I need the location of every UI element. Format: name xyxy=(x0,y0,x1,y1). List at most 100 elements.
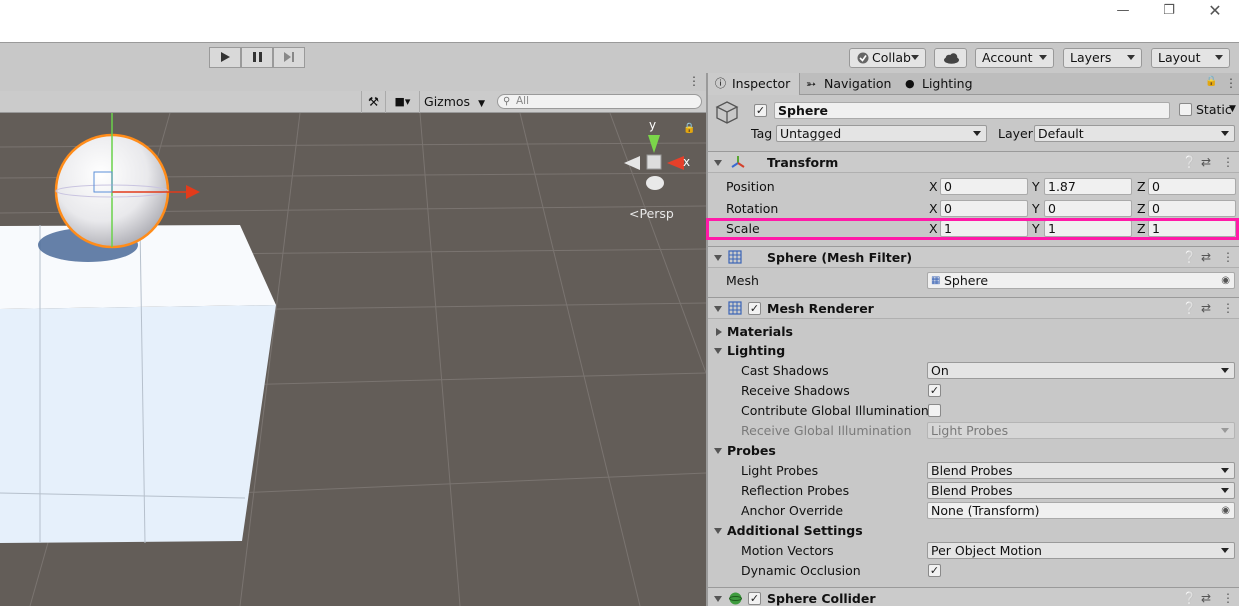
rotation-y-field[interactable]: 0 xyxy=(1044,200,1132,217)
lock-icon[interactable]: 🔒 xyxy=(683,123,695,134)
probes-section[interactable]: Probes xyxy=(727,443,776,459)
mesh-renderer-header[interactable]: ✓ Mesh Renderer ❔ ⇄ ⋮ xyxy=(708,297,1239,319)
fold-arrow-icon[interactable] xyxy=(714,528,722,534)
account-dropdown[interactable]: Account xyxy=(975,48,1054,68)
sphere-collider-enabled-checkbox[interactable]: ✓ xyxy=(748,592,761,605)
collab-button[interactable]: Collab xyxy=(849,48,926,68)
layers-label: Layers xyxy=(1070,50,1112,65)
scale-y-field[interactable]: 1 xyxy=(1044,220,1132,237)
component-menu-icon[interactable]: ⋮ xyxy=(1222,591,1234,605)
sphere-collider-icon xyxy=(729,592,742,605)
tab-lighting[interactable]: ● Lighting xyxy=(898,73,988,95)
persp-text: Persp xyxy=(639,206,674,221)
fold-arrow-icon[interactable] xyxy=(714,448,722,454)
scale-x-field[interactable]: 1 xyxy=(940,220,1028,237)
materials-section[interactable]: Materials xyxy=(727,324,793,340)
persp-label[interactable]: <Persp xyxy=(629,206,674,221)
mesh-filter-header[interactable]: Sphere (Mesh Filter) ❔ ⇄ ⋮ xyxy=(708,246,1239,268)
chevron-down-icon[interactable]: ▼ xyxy=(1229,104,1236,114)
receive-shadows-checkbox[interactable]: ✓ xyxy=(928,384,941,397)
help-icon[interactable]: ❔ xyxy=(1182,591,1197,605)
layout-dropdown[interactable]: Layout xyxy=(1151,48,1230,68)
tools-icon[interactable]: ⚒ xyxy=(361,91,385,113)
scene-menu-icon[interactable]: ⋮ xyxy=(688,74,700,88)
additional-settings-section[interactable]: Additional Settings xyxy=(727,523,863,539)
motion-vectors-value: Per Object Motion xyxy=(931,543,1042,558)
restore-icon[interactable]: ❐ xyxy=(1146,0,1192,24)
tag-dropdown[interactable]: Untagged xyxy=(776,125,987,142)
lock-icon[interactable]: 🔒 xyxy=(1205,76,1217,87)
scale-y-axis: Y xyxy=(1032,221,1040,236)
anchor-override-field[interactable]: None (Transform) ◉ xyxy=(927,502,1235,519)
scale-z-field[interactable]: 1 xyxy=(1148,220,1236,237)
motion-vectors-dropdown[interactable]: Per Object Motion xyxy=(927,542,1235,559)
help-icon[interactable]: ❔ xyxy=(1182,250,1197,264)
help-icon[interactable]: ❔ xyxy=(1182,155,1197,169)
transform-header[interactable]: Transform ❔ ⇄ ⋮ xyxy=(708,151,1239,173)
object-name-field[interactable]: Sphere xyxy=(774,102,1170,119)
fold-arrow-icon xyxy=(714,306,722,312)
rotation-x-field[interactable]: 0 xyxy=(940,200,1028,217)
search-placeholder: All xyxy=(516,95,530,107)
fold-arrow-icon[interactable] xyxy=(716,328,722,336)
mesh-grid-icon xyxy=(728,250,742,264)
axis-y-label: y xyxy=(649,118,657,132)
pause-icon xyxy=(253,52,262,62)
layer-dropdown[interactable]: Default xyxy=(1034,125,1235,142)
preset-icon[interactable]: ⇄ xyxy=(1201,155,1211,169)
tab-navigation[interactable]: ➳ Navigation xyxy=(800,73,900,95)
mesh-renderer-enabled-checkbox[interactable]: ✓ xyxy=(748,302,761,315)
chevron-down-icon xyxy=(1221,368,1229,373)
component-menu-icon[interactable]: ⋮ xyxy=(1222,301,1234,315)
tab-inspector[interactable]: ⓘ Inspector xyxy=(708,73,800,95)
step-button[interactable] xyxy=(273,47,305,68)
mesh-renderer-icon xyxy=(728,301,742,315)
fold-arrow-icon[interactable] xyxy=(714,348,722,354)
chevron-down-icon xyxy=(1215,55,1223,60)
position-x-field[interactable]: 0 xyxy=(940,178,1028,195)
component-menu-icon[interactable]: ⋮ xyxy=(1222,155,1234,169)
mesh-object-field[interactable]: ▦ Sphere ◉ xyxy=(927,272,1235,289)
rotation-z-field[interactable]: 0 xyxy=(1148,200,1236,217)
dynamic-occlusion-checkbox[interactable]: ✓ xyxy=(928,564,941,577)
close-icon[interactable]: ✕ xyxy=(1192,0,1238,24)
position-z-field[interactable]: 0 xyxy=(1148,178,1236,195)
receive-gi-dropdown: Light Probes xyxy=(927,422,1235,439)
inspector-panel: ⓘ Inspector ➳ Navigation ● Lighting 🔒 ⋮ … xyxy=(706,73,1239,606)
static-checkbox[interactable] xyxy=(1179,103,1192,116)
play-button[interactable] xyxy=(209,47,241,68)
light-probes-dropdown[interactable]: Blend Probes xyxy=(927,462,1235,479)
reflection-probes-dropdown[interactable]: Blend Probes xyxy=(927,482,1235,499)
layers-dropdown[interactable]: Layers xyxy=(1063,48,1142,68)
position-y-axis: Y xyxy=(1032,179,1040,194)
pause-button[interactable] xyxy=(241,47,273,68)
scene-search-input[interactable]: ⚲ All xyxy=(497,94,702,109)
cloud-button[interactable] xyxy=(934,48,967,68)
contribute-gi-checkbox[interactable] xyxy=(928,404,941,417)
cast-shadows-label: Cast Shadows xyxy=(741,363,829,378)
sphere-collider-header[interactable]: ✓ Sphere Collider ❔ ⇄ ⋮ xyxy=(708,587,1239,606)
window-title-bar: — ❐ ✕ xyxy=(0,0,1239,42)
camera-icon[interactable]: ■▾ xyxy=(385,91,419,113)
minimize-icon[interactable]: — xyxy=(1100,0,1146,24)
scale-z-axis: Z xyxy=(1137,221,1146,236)
gizmos-dropdown[interactable]: Gizmos ▼ xyxy=(419,91,489,113)
preset-icon[interactable]: ⇄ xyxy=(1201,591,1211,605)
rotation-x-axis: X xyxy=(929,201,938,216)
active-checkbox[interactable]: ✓ xyxy=(754,104,767,117)
scene-view[interactable]: y x 🔒 <Persp xyxy=(0,73,706,606)
lighting-section[interactable]: Lighting xyxy=(727,343,785,359)
layer-label: Layer xyxy=(998,126,1033,141)
position-label: Position xyxy=(726,179,775,194)
cast-shadows-dropdown[interactable]: On xyxy=(927,362,1235,379)
object-picker-icon[interactable]: ◉ xyxy=(1221,503,1230,518)
preset-icon[interactable]: ⇄ xyxy=(1201,250,1211,264)
cloud-icon xyxy=(944,53,959,64)
preset-icon[interactable]: ⇄ xyxy=(1201,301,1211,315)
search-icon: ⚲ xyxy=(503,96,511,107)
object-picker-icon[interactable]: ◉ xyxy=(1221,273,1230,288)
component-menu-icon[interactable]: ⋮ xyxy=(1222,250,1234,264)
position-y-field[interactable]: 1.87 xyxy=(1044,178,1132,195)
tab-menu-icon[interactable]: ⋮ xyxy=(1225,76,1237,90)
help-icon[interactable]: ❔ xyxy=(1182,301,1197,315)
